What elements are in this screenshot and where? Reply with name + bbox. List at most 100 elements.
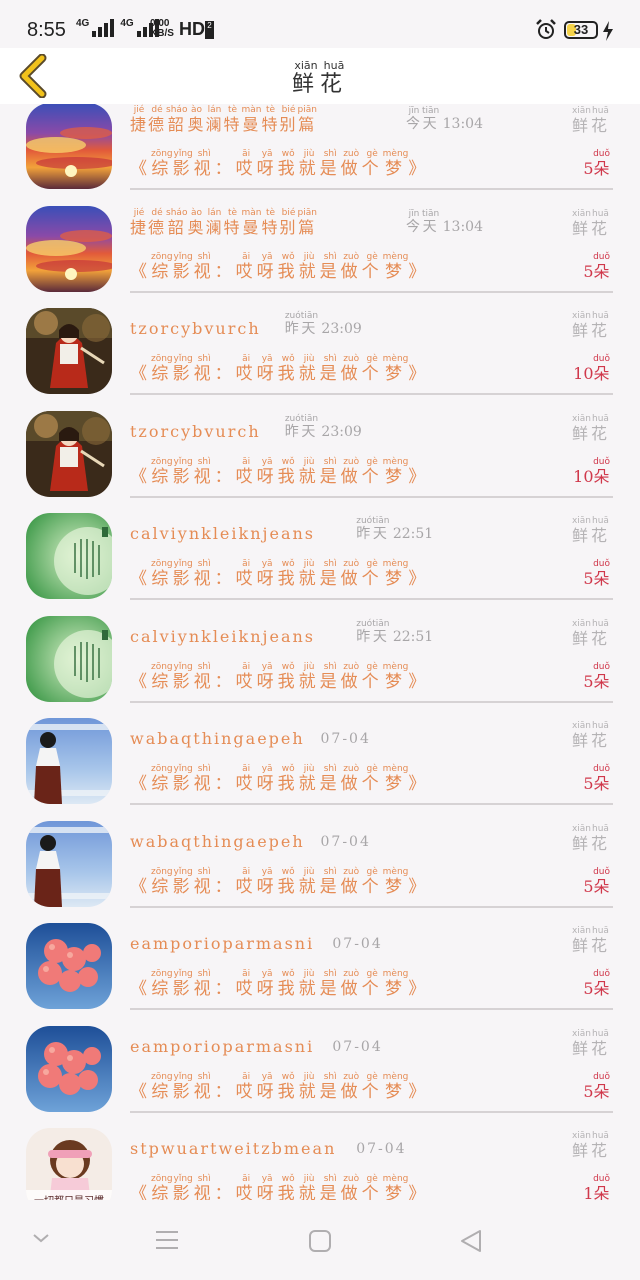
avatar[interactable]: 一切都只是习惯: [26, 1128, 112, 1200]
ruby-char: 影yǐng: [173, 764, 194, 794]
ruby-base: 韶: [166, 217, 188, 237]
ruby-char: 花huā: [591, 516, 610, 545]
avatar[interactable]: [26, 308, 112, 394]
ruby-pinyin: wǒ: [277, 969, 299, 979]
ruby-base: 是: [319, 466, 341, 487]
ruby-base: 综: [151, 671, 173, 692]
ruby-pinyin: jiù: [298, 559, 320, 569]
ruby-pinyin: zōng: [151, 969, 173, 979]
ruby-pinyin: yā: [256, 969, 278, 979]
gift-record-row[interactable]: eamporioparmasni 07-04 鲜xiān花huā 《综zōng影yǐn…: [0, 920, 640, 1023]
ruby-pinyin: jiù: [298, 251, 320, 262]
sender-name[interactable]: 捷jié德dé韶sháo奥ào澜lán特tè曼màn特tè别bié篇piān: [130, 208, 317, 238]
gift-record-row[interactable]: 捷jié德dé韶sháo奥ào澜lán特tè曼màn特tè别bié篇piān 今 j…: [0, 203, 640, 306]
ruby-base: 》: [408, 466, 430, 487]
ruby-base: 呀: [256, 159, 278, 179]
gift-target-title[interactable]: 《综zōng影yǐng视shì：哎āi呀yā我wǒ就jiù是shì做zuò个gè…: [130, 764, 429, 794]
home-square-icon[interactable]: [308, 1229, 332, 1253]
gift-target-title[interactable]: 《综zōng影yǐng视shì：哎āi呀yā我wǒ就jiù是shì做zuò个gè…: [130, 252, 429, 282]
avatar[interactable]: [26, 1025, 112, 1112]
gift-record-row[interactable]: wabaqthingaepeh 07-04 鲜xiān花huā 《综zōng影yǐng…: [0, 818, 640, 921]
back-triangle-icon[interactable]: [458, 1228, 484, 1254]
ruby-base: 呀: [256, 261, 278, 282]
sender-name[interactable]: 捷jié德dé韶sháo奥ào澜lán特tè曼màn特tè别bié篇piān: [130, 105, 317, 135]
ruby-base: ：: [214, 364, 236, 384]
ruby-base: 今: [406, 218, 422, 235]
gift-target-title[interactable]: 《综zōng影yǐng视shì：哎āi呀yā我wǒ就jiù是shì做zuò个gè…: [130, 662, 429, 692]
gift-record-row[interactable]: calviynkleiknjeans 昨zuó天tiān22:51 鲜xiān花hu…: [0, 510, 640, 613]
ruby-char: 哎āi: [236, 1174, 257, 1200]
ruby-pinyin: zuò: [340, 149, 362, 159]
avatar[interactable]: [26, 513, 112, 599]
sender-name[interactable]: tzorcybvurch: [130, 319, 261, 338]
ruby-char: 《: [130, 1082, 151, 1102]
sender-name[interactable]: calviynkleiknjeans: [130, 627, 315, 646]
ruby-base: 别: [279, 115, 298, 134]
ruby-char: 花huā: [591, 619, 610, 648]
gift-target-title[interactable]: 《综zōng影yǐng视shì：哎āi呀yā我wǒ就jiù是shì做zuò个gè…: [130, 149, 429, 179]
avatar[interactable]: [26, 615, 112, 702]
ruby-base: 别: [279, 217, 298, 237]
ruby-char: 》: [408, 467, 429, 487]
ruby-base: 影: [172, 1081, 194, 1102]
menu-icon[interactable]: [154, 1228, 180, 1252]
ruby-base: 朵: [593, 466, 610, 486]
sender-name[interactable]: stpwuartweitzbmean: [130, 1139, 336, 1158]
avatar[interactable]: [26, 820, 112, 907]
sender-name[interactable]: wabaqthingaepeh: [130, 729, 305, 748]
gift-target-title[interactable]: 《综zōng影yǐng视shì：哎āi呀yā我wǒ就jiù是shì做zuò个gè…: [130, 457, 429, 487]
ruby-base: 是: [319, 159, 341, 179]
gift-target-title[interactable]: 《综zōng影yǐng视shì：哎āi呀yā我wǒ就jiù是shì做zuò个gè…: [130, 969, 429, 999]
ruby-base: 做: [340, 671, 362, 692]
ruby-char: 别bié: [279, 105, 298, 134]
gift-target-title[interactable]: 《综zōng影yǐng视shì：哎āi呀yā我wǒ就jiù是shì做zuò个gè…: [130, 867, 429, 897]
avatar[interactable]: [26, 205, 112, 292]
sender-name[interactable]: eamporioparmasni: [130, 934, 314, 953]
sender-name[interactable]: eamporioparmasni: [130, 1037, 314, 1056]
ruby-char: 综zōng: [151, 969, 173, 999]
ruby-char: 天tiān: [422, 209, 439, 235]
sender-name[interactable]: calviynkleiknjeans: [130, 524, 315, 543]
gift-record-row[interactable]: wabaqthingaepeh 07-04 鲜xiān花huā 《综zōng影yǐng…: [0, 715, 640, 818]
ruby-pinyin: jīn: [406, 106, 422, 116]
gift-record-row[interactable]: 捷jié德dé韶sháo奥ào澜lán特tè曼màn特tè别bié篇piān 今j…: [0, 104, 640, 203]
gift-record-list[interactable]: 捷jié德dé韶sháo奥ào澜lán特tè曼màn特tè别bié篇piān 今 j…: [0, 104, 640, 1200]
ruby-base: 鲜: [571, 936, 591, 955]
gift-target-title[interactable]: 《综zōng影yǐng视shì：哎āi呀yā我wǒ就jiù是shì做zuò个gè…: [130, 354, 429, 384]
flower-count: 5朵duǒ: [583, 969, 610, 999]
gift-record-row[interactable]: calviynkleiknjeans 昨zuó天tiān22:51 鲜xiān花hu…: [0, 613, 640, 716]
gift-target-title[interactable]: 《综zōng影yǐng视shì：哎āi呀yā我wǒ就jiù是shì做zuò个gè…: [130, 559, 429, 589]
avatar[interactable]: [26, 104, 112, 189]
ruby-base: 鲜: [571, 628, 591, 648]
ruby-base: 《: [130, 671, 151, 692]
gift-record-row[interactable]: tzorcybvurch 昨zuó天tiān23:09 鲜xiān花huā 《综zōn…: [0, 408, 640, 511]
avatar[interactable]: [26, 718, 112, 804]
ruby-base: ：: [214, 1184, 236, 1200]
ruby-pinyin: jiù: [298, 764, 320, 774]
ruby-base: 花: [320, 72, 349, 97]
ruby-char: 别bié: [279, 208, 298, 237]
ruby-char: 做zuò: [341, 252, 362, 282]
gift-type-label: 鲜xiān花huā: [572, 721, 610, 751]
flower-count: 5朵duǒ: [583, 149, 610, 179]
sender-name[interactable]: tzorcybvurch: [130, 422, 261, 441]
avatar[interactable]: [26, 923, 112, 1009]
ruby-base: 》: [408, 261, 430, 282]
ruby-pinyin: duǒ: [593, 354, 610, 364]
gift-record-row[interactable]: eamporioparmasni 07-04 鲜xiān花huā 《综zōng影yǐn…: [0, 1023, 640, 1126]
ruby-base: 昨: [356, 526, 373, 542]
ruby-char: 哎āi: [235, 354, 257, 384]
sender-name[interactable]: wabaqthingaepeh: [130, 832, 305, 851]
chevron-down-icon[interactable]: [32, 1232, 50, 1244]
avatar[interactable]: [26, 410, 112, 497]
gift-target-title[interactable]: 《综zōng影yǐng视shì：哎āi呀yā我wǒ就jiù是shì做zuò个gè…: [130, 1174, 429, 1200]
ruby-char: 影yǐng: [172, 1072, 194, 1102]
ruby-pinyin: shì: [193, 1071, 215, 1082]
ruby-char: 昨zuó: [285, 311, 301, 337]
gift-record-row[interactable]: 一切都只是习惯 stpwuartweitzbmean 07-04 鲜xiān花huā 《…: [0, 1125, 640, 1200]
gift-type-label: 鲜xiān花huā: [572, 926, 610, 956]
ruby-pinyin: gè: [361, 1174, 383, 1184]
ruby-base: 哎: [235, 364, 257, 384]
gift-target-title[interactable]: 《综zōng影yǐng视shì：哎āi呀yā我wǒ就jiù是shì做zuò个gè…: [130, 1072, 429, 1102]
gift-record-row[interactable]: tzorcybvurch 昨zuó天tiān23:09 鲜xiān花huā 《综zōn…: [0, 305, 640, 408]
